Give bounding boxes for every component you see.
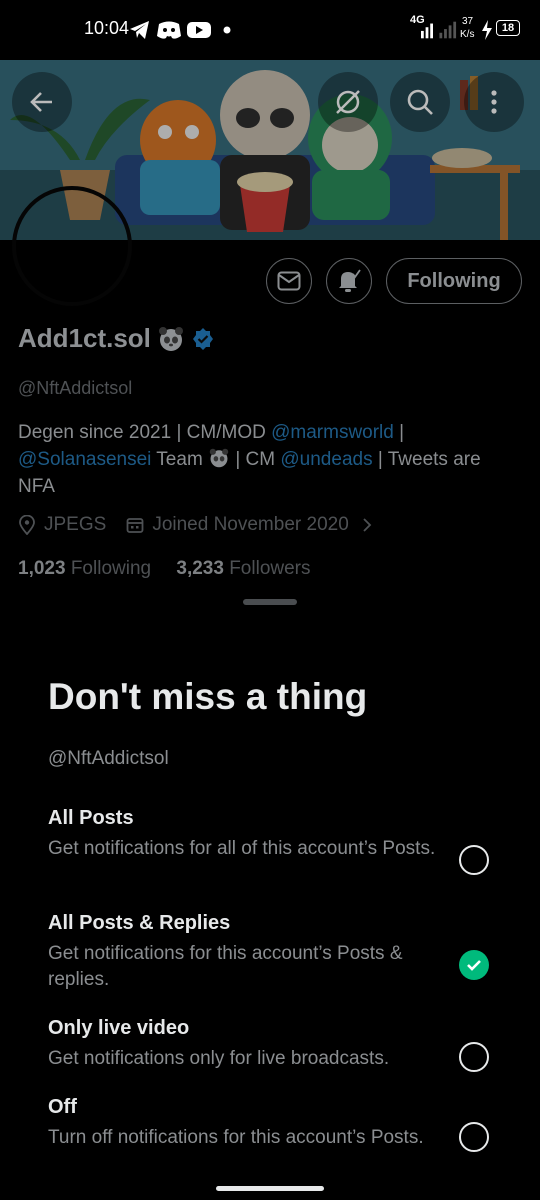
option-title: All Posts (48, 807, 134, 829)
calendar-icon (126, 518, 144, 533)
search-button[interactable] (390, 72, 450, 132)
home-indicator[interactable] (216, 1186, 324, 1191)
followers-count: 3,233 (176, 558, 224, 579)
more-vert-icon (491, 90, 497, 114)
following-count: 1,023 (18, 558, 66, 579)
battery-icon: 18 (496, 20, 520, 36)
option-all-posts-replies[interactable]: All Posts & Replies Get notifications fo… (48, 912, 488, 993)
sheet-title: Don't miss a thing (48, 676, 368, 717)
radio-only-live-video[interactable] (459, 1042, 489, 1072)
notifications-button[interactable] (326, 258, 372, 304)
speed-unit: K/s (460, 29, 475, 40)
option-description: Get notifications only for live broadcas… (48, 1048, 390, 1069)
option-all-posts[interactable]: All Posts Get notifications for all of t… (48, 807, 488, 862)
profile-location: JPEGS (44, 514, 107, 535)
message-button[interactable] (266, 258, 312, 304)
option-title: Off (48, 1096, 77, 1118)
option-only-live-video[interactable]: Only live video Get notifications only f… (48, 1017, 488, 1072)
radio-off[interactable] (459, 1122, 489, 1152)
status-time: 10:04 (84, 18, 130, 38)
sheet-handle: @NftAddictsol (48, 748, 169, 769)
more-button[interactable] (464, 72, 524, 132)
profile-meta: JPEGS Joined November 2020 (18, 514, 373, 536)
bio-text: Team (151, 449, 209, 470)
profile-bio: Degen since 2021 | CM/MOD @marmsworld | … (18, 419, 518, 500)
display-name-text: Add1ct.sol (18, 323, 151, 353)
panda-emoji-icon (158, 326, 183, 351)
profile-joined: Joined November 2020 (152, 514, 349, 535)
display-name: Add1ct.sol (18, 323, 215, 354)
followers-stat[interactable]: 3,233 Followers (176, 558, 310, 579)
mention-link[interactable]: @undeads (280, 449, 372, 470)
radio-all-posts-replies[interactable] (459, 950, 489, 980)
followers-label: Followers (229, 558, 311, 579)
option-title: Only live video (48, 1017, 190, 1039)
speed-value: 37 (462, 16, 474, 27)
panda-emoji-icon (209, 448, 229, 468)
bio-text: Degen since 2021 | CM/MOD (18, 422, 272, 443)
following-button-label: Following (407, 269, 501, 292)
radio-all-posts[interactable] (459, 845, 489, 875)
discord-icon (157, 21, 181, 39)
back-button[interactable] (12, 72, 72, 132)
grok-icon (336, 90, 360, 114)
profile-handle: @NftAddictsol (18, 378, 133, 398)
notification-dot-icon (223, 26, 231, 34)
chevron-right-icon[interactable] (361, 517, 373, 533)
option-title: All Posts & Replies (48, 912, 231, 934)
bio-text: | (393, 422, 405, 443)
mention-link[interactable]: @marmsworld (271, 422, 394, 443)
search-icon (407, 89, 433, 115)
option-description: Turn off notifications for this account’… (48, 1127, 424, 1148)
option-description: Get notifications for all of this accoun… (48, 838, 436, 859)
following-label: Following (70, 558, 152, 579)
network-type: 4G (410, 14, 425, 26)
option-description: Get notifications for this account’s Pos… (48, 943, 403, 990)
battery-level: 18 (501, 22, 515, 34)
youtube-icon (187, 22, 211, 38)
telegram-icon (130, 21, 149, 39)
option-off[interactable]: Off Turn off notifications for this acco… (48, 1096, 488, 1151)
grok-button[interactable] (318, 72, 378, 132)
check-icon (467, 960, 481, 971)
bio-text: | CM (230, 449, 281, 470)
following-button[interactable]: Following (386, 258, 522, 304)
profile-stats: 1,023 Following 3,233 Followers (18, 558, 311, 580)
charging-icon (482, 20, 492, 40)
avatar[interactable] (12, 186, 132, 306)
verified-badge-icon (192, 327, 213, 350)
bell-check-icon (339, 269, 361, 292)
sheet-drag-handle[interactable] (243, 599, 297, 605)
mention-link[interactable]: @Solanasensei (18, 449, 151, 470)
following-stat[interactable]: 1,023 Following (18, 558, 151, 579)
mail-icon (277, 271, 301, 291)
status-bar: 10:04 4G 37 K/s 18 (0, 0, 540, 60)
location-icon (19, 515, 35, 535)
back-arrow-icon (30, 92, 52, 112)
